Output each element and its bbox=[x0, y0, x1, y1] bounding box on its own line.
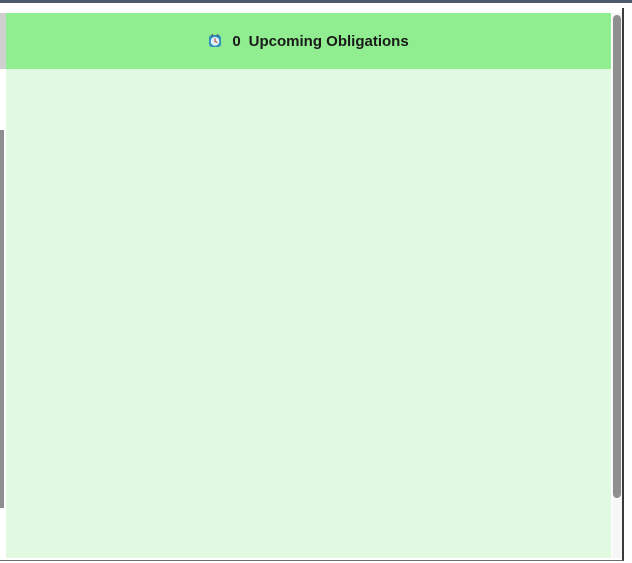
obligations-count: 0 bbox=[232, 32, 241, 50]
left-scroll-rail[interactable] bbox=[0, 130, 4, 508]
scrollbar-thumb[interactable] bbox=[613, 15, 621, 498]
upcoming-obligations-panel: 0 Upcoming Obligations bbox=[6, 13, 611, 558]
panel-header[interactable]: 0 Upcoming Obligations bbox=[6, 13, 611, 69]
panel-title: Upcoming Obligations bbox=[248, 32, 409, 50]
alarm-clock-icon bbox=[208, 34, 222, 48]
top-border bbox=[0, 0, 632, 3]
obligations-list bbox=[6, 69, 611, 558]
